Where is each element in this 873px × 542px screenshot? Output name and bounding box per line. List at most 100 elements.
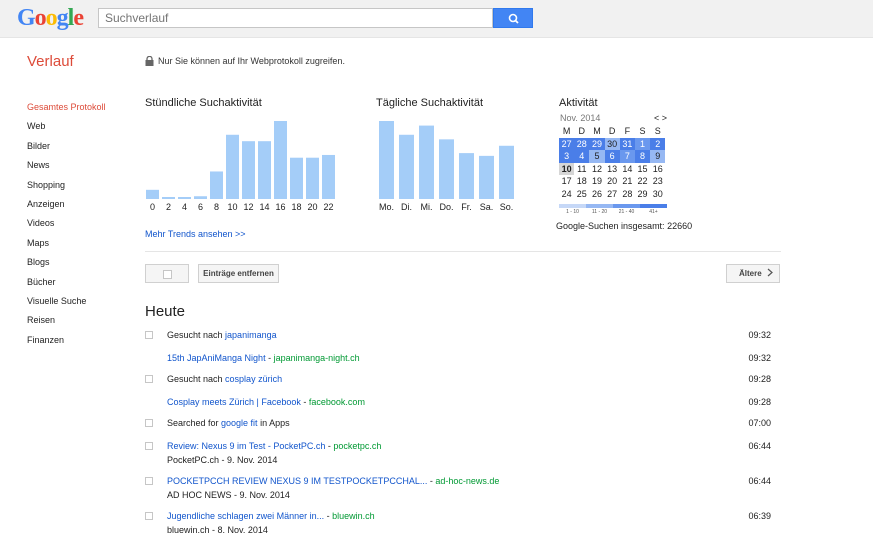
calendar-day[interactable]: 3	[559, 150, 575, 163]
row-checkbox[interactable]	[145, 512, 153, 520]
chart-bar	[274, 121, 287, 199]
calendar-day[interactable]: 26	[589, 188, 604, 201]
tick-label: Fr.	[461, 202, 472, 212]
weekday-label: S	[654, 126, 661, 136]
top-bar: Google	[0, 0, 873, 38]
calendar-day[interactable]: 20	[605, 175, 620, 188]
calendar-day[interactable]: 19	[589, 175, 604, 188]
sidebar-item[interactable]: Gesamtes Protokoll	[27, 101, 106, 120]
tick-label: 0	[150, 202, 155, 212]
calendar-day[interactable]: 23	[650, 175, 665, 188]
row-link[interactable]: google fit	[221, 418, 258, 428]
row-checkbox[interactable]	[145, 477, 153, 485]
sidebar-item[interactable]: Shopping	[27, 179, 106, 198]
sidebar-item[interactable]: Bilder	[27, 140, 106, 159]
row-checkbox[interactable]	[145, 375, 153, 383]
chart-bar	[459, 153, 474, 199]
calendar-day[interactable]: 5	[589, 150, 605, 163]
calendar-day[interactable]: 11	[574, 163, 589, 176]
calendar-nav[interactable]: < >	[654, 113, 667, 123]
calendar-day[interactable]: 12	[589, 163, 604, 176]
chevron-right-icon	[767, 268, 773, 277]
search-button[interactable]	[493, 8, 533, 28]
sidebar-item[interactable]: Finanzen	[27, 334, 106, 353]
older-button[interactable]: Ältere	[726, 264, 780, 283]
chart-bar	[226, 134, 239, 199]
weekday-label: S	[639, 126, 646, 136]
row-time: 09:28	[748, 397, 771, 407]
tick-label: Sa.	[480, 202, 494, 212]
privacy-text: Nur Sie können auf Ihr Webprotokoll zugr…	[158, 56, 345, 66]
row-source: AD HOC NEWS - 9. Nov. 2014	[167, 490, 290, 500]
row-checkbox[interactable]	[145, 419, 153, 427]
row-text: Cosplay meets Zürich | Facebook - facebo…	[167, 397, 365, 407]
calendar-day[interactable]: 29	[589, 137, 605, 150]
row-text: POCKETPCCH REVIEW NEXUS 9 IM TESTPOCKETP…	[167, 476, 499, 486]
tick-label: So.	[500, 202, 514, 212]
row-checkbox[interactable]	[145, 331, 153, 339]
calendar-day[interactable]: 2	[650, 137, 666, 150]
row-link[interactable]: Review: Nexus 9 im Test - PocketPC.ch	[167, 441, 325, 451]
row-link[interactable]: cosplay zürich	[225, 374, 282, 384]
calendar-day[interactable]: 21	[620, 175, 635, 188]
calendar-day[interactable]: 18	[574, 175, 589, 188]
weekday-label: M	[593, 126, 601, 136]
logo-letter: g	[56, 5, 69, 31]
calendar-day[interactable]: 28	[574, 137, 590, 150]
row-link[interactable]: Cosplay meets Zürich | Facebook	[167, 397, 301, 407]
calendar-day[interactable]: 8	[634, 150, 651, 163]
calendar-day[interactable]: 6	[604, 150, 620, 163]
calendar-day[interactable]: 4	[574, 150, 590, 163]
weekday-label: D	[608, 126, 616, 136]
calendar-day[interactable]: 16	[650, 163, 665, 176]
calendar-day[interactable]: 17	[559, 175, 574, 188]
sidebar-item[interactable]: Web	[27, 120, 106, 139]
calendar-day[interactable]: 14	[620, 163, 635, 176]
tick-label: 16	[275, 202, 285, 212]
sidebar-item[interactable]: Bücher	[27, 276, 106, 295]
search-input[interactable]	[98, 8, 493, 28]
sidebar-item[interactable]: Videos	[27, 217, 106, 236]
sidebar-item[interactable]: Visuelle Suche	[27, 295, 106, 314]
calendar-day[interactable]: 7	[619, 150, 635, 163]
calendar-day[interactable]: 15	[635, 163, 650, 176]
calendar-day[interactable]: 27	[559, 137, 575, 150]
select-all-checkbox[interactable]	[145, 264, 189, 283]
row-checkbox[interactable]	[145, 442, 153, 450]
calendar-day[interactable]: 22	[635, 175, 650, 188]
google-logo[interactable]: Google	[17, 5, 84, 32]
more-trends-link[interactable]: Mehr Trends ansehen >>	[145, 229, 246, 239]
calendar-day[interactable]: 10	[559, 162, 575, 175]
row-link[interactable]: japanimanga	[225, 330, 277, 340]
calendar-day[interactable]: 27	[605, 188, 620, 201]
row-link[interactable]: Jugendliche schlagen zwei Männer in...	[167, 511, 324, 521]
calendar-week: 27 28 29 30 31 1 2	[559, 137, 666, 150]
sidebar-item[interactable]: Blogs	[27, 256, 106, 275]
hourly-activity-chart: 0 2 4 6 8 10 12 14 16 18 20 22	[146, 121, 335, 212]
tick-label: 18	[291, 202, 301, 212]
row-link[interactable]: 15th JapAniManga Night	[167, 353, 266, 363]
calendar-day[interactable]: 24	[559, 188, 574, 201]
sidebar-item[interactable]: Maps	[27, 237, 106, 256]
calendar-grid: M D M D F S S 27 28 29 30 31 1 2 3 4 5 6 7 8 9 10 11 12 13 14 15 16…	[559, 125, 666, 201]
calendar-day[interactable]: 28	[620, 188, 635, 201]
calendar-day[interactable]: 30	[650, 188, 665, 201]
sidebar-item[interactable]: Anzeigen	[27, 198, 106, 217]
sidebar-item[interactable]: Reisen	[27, 314, 106, 333]
tick-label: 2	[166, 202, 171, 212]
sidebar-item[interactable]: News	[27, 159, 106, 178]
chart-bar	[499, 145, 514, 199]
calendar-day[interactable]: 30	[604, 137, 620, 150]
row-link[interactable]: POCKETPCCH REVIEW NEXUS 9 IM TESTPOCKETP…	[167, 476, 427, 486]
calendar-day[interactable]: 9	[650, 150, 666, 163]
calendar-day[interactable]: 1	[634, 137, 651, 150]
row-separator: -	[265, 353, 274, 363]
row-text: Gesucht nach cosplay zürich	[167, 374, 282, 384]
calendar-day[interactable]: 29	[635, 188, 650, 201]
tick-label: Mo.	[379, 202, 394, 212]
calendar-day[interactable]: 31	[619, 137, 635, 150]
calendar-day[interactable]: 25	[574, 188, 589, 201]
remove-entries-button[interactable]: Einträge entfernen	[198, 264, 279, 283]
calendar-day[interactable]: 13	[605, 163, 620, 176]
logo-letter: o	[34, 5, 47, 31]
